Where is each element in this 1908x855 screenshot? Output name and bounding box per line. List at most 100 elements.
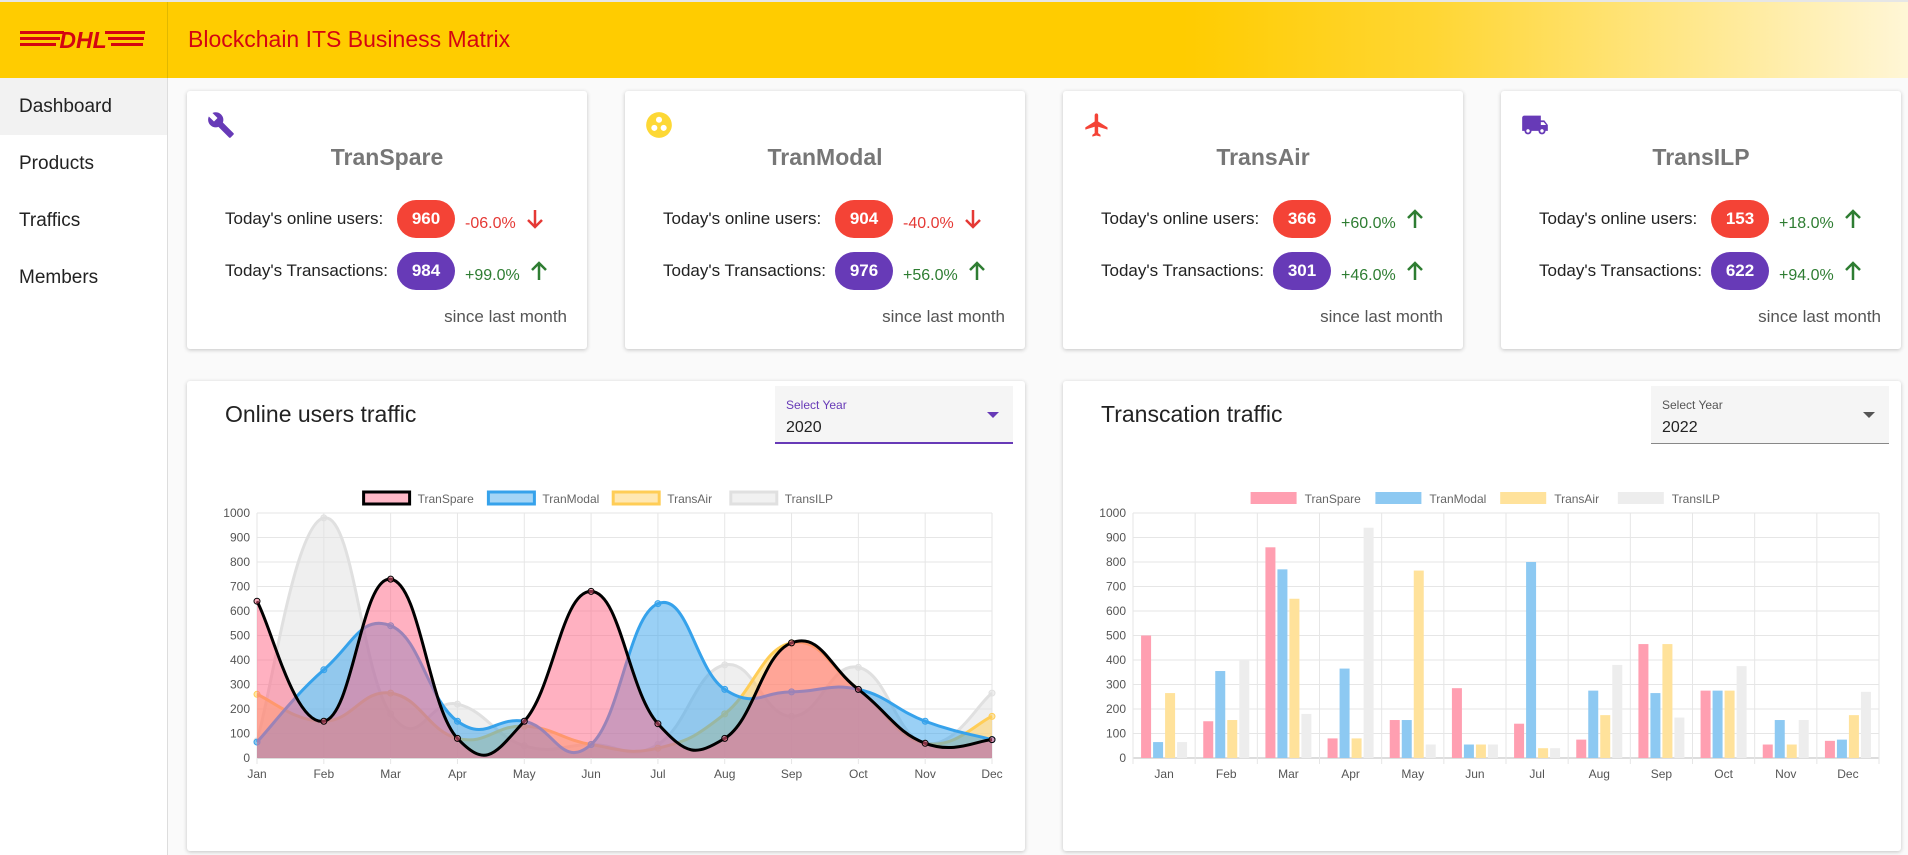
data-point: [253, 597, 261, 605]
data-point: [721, 734, 729, 742]
since-label: since last month: [1758, 307, 1881, 326]
bar: [1514, 723, 1525, 758]
users-row: Today's online users: 153 +18.0%: [1539, 199, 1862, 239]
x-tick-label: Sep: [1651, 767, 1673, 781]
wrench-icon: [208, 112, 234, 138]
users-row: Today's online users: 904 -40.0%: [663, 199, 982, 239]
sidebar-item-dashboard[interactable]: Dashboard: [0, 78, 167, 135]
legend-swatch: [1250, 492, 1297, 504]
users-label: Today's online users:: [225, 209, 384, 228]
dhl-logo[interactable]: DHL: [0, 2, 168, 78]
legend-label: TransILP: [1672, 492, 1720, 506]
x-tick-label: Jul: [1529, 767, 1544, 781]
bar: [1836, 739, 1847, 758]
x-tick-label: Aug: [1589, 767, 1610, 781]
bar: [1860, 691, 1871, 758]
bar: [1638, 644, 1649, 758]
bar: [1712, 690, 1723, 758]
bar: [1363, 527, 1374, 758]
users-count-badge: 960: [397, 200, 455, 238]
bar: [1538, 748, 1549, 758]
y-tick-label: 200: [230, 702, 250, 716]
sidebar-item-products[interactable]: Products: [0, 135, 167, 192]
x-tick-label: May: [1401, 767, 1424, 781]
arrow-up-icon: [1844, 209, 1861, 228]
y-tick-label: 300: [1106, 678, 1126, 692]
data-point: [854, 663, 862, 671]
bar: [1339, 668, 1350, 758]
data-point: [587, 587, 595, 595]
bar: [1612, 664, 1623, 758]
sidebar-item-traffics[interactable]: Traffics: [0, 192, 167, 249]
legend-swatch: [1375, 492, 1422, 504]
y-tick-label: 800: [1106, 555, 1126, 569]
x-tick-label: Jan: [247, 767, 266, 781]
x-tick-label: Nov: [915, 767, 936, 781]
users-change: -40.0%: [903, 215, 954, 232]
tx-row: Today's Transactions: 984 +99.0%: [225, 251, 548, 291]
sidebar: Dashboard Products Traffics Members: [0, 78, 168, 855]
x-tick-label: Sep: [781, 767, 803, 781]
y-tick-label: 400: [1106, 653, 1126, 667]
users-count-badge: 153: [1711, 200, 1769, 238]
modal-icon: [646, 112, 672, 138]
y-tick-label: 700: [230, 580, 250, 594]
y-tick-label: 800: [230, 555, 250, 569]
arrow-up-icon: [530, 261, 547, 280]
tx-count-badge: 976: [835, 252, 893, 290]
since-label: since last month: [1320, 307, 1443, 326]
sidebar-item-members[interactable]: Members: [0, 249, 167, 306]
bar: [1165, 693, 1176, 758]
tx-label: Today's Transactions:: [1539, 261, 1702, 280]
users-change: +18.0%: [1779, 215, 1834, 232]
bar: [1774, 720, 1785, 758]
legend-label: TransAir: [1554, 492, 1599, 506]
data-point: [654, 600, 662, 608]
bar: [1650, 693, 1661, 758]
bar: [1798, 720, 1809, 758]
y-tick-label: 700: [1106, 580, 1126, 594]
x-tick-label: Mar: [380, 767, 401, 781]
bar: [1203, 721, 1214, 758]
bar: [1576, 739, 1587, 758]
legend-label: TransILP: [785, 492, 833, 506]
x-tick-label: Apr: [448, 767, 467, 781]
x-tick-label: Apr: [1341, 767, 1360, 781]
users-change: -06.0%: [465, 215, 516, 232]
legend-label: TransAir: [667, 492, 712, 506]
x-tick-label: Mar: [1278, 767, 1299, 781]
legend-label: TranModal: [542, 492, 599, 506]
data-point: [921, 717, 929, 725]
arrow-up-icon: [968, 261, 985, 280]
bar: [1227, 720, 1238, 758]
legend-swatch: [486, 490, 536, 506]
legend-label: TranSpare: [418, 492, 475, 506]
tx-row: Today's Transactions: 976 +56.0%: [663, 251, 986, 291]
bar: [1824, 740, 1835, 758]
y-tick-label: 0: [1119, 751, 1126, 765]
users-row: Today's online users: 366 +60.0%: [1101, 199, 1424, 239]
since-label: since last month: [444, 307, 567, 326]
tx-label: Today's Transactions:: [663, 261, 826, 280]
users-label: Today's online users:: [1101, 209, 1260, 228]
arrow-up-icon: [1406, 209, 1423, 228]
data-point: [988, 736, 996, 744]
bar: [1389, 720, 1400, 758]
tx-label: Today's Transactions:: [1101, 261, 1264, 280]
users-label: Today's online users:: [663, 209, 822, 228]
bar: [1239, 660, 1250, 758]
bar: [1662, 644, 1673, 758]
tx-change: +56.0%: [903, 267, 958, 284]
tx-count-badge: 622: [1711, 252, 1769, 290]
tx-row: Today's Transactions: 622 +94.0%: [1539, 251, 1862, 291]
users-label: Today's online users:: [1539, 209, 1698, 228]
bar: [1700, 690, 1711, 758]
legend-swatch: [729, 490, 779, 506]
data-point: [453, 734, 461, 742]
tx-label: Today's Transactions:: [225, 261, 388, 280]
legend-swatch: [611, 490, 661, 506]
bar: [1413, 570, 1424, 758]
users-change: +60.0%: [1341, 215, 1396, 232]
legend-swatch: [362, 490, 412, 506]
users-count-badge: 366: [1273, 200, 1331, 238]
